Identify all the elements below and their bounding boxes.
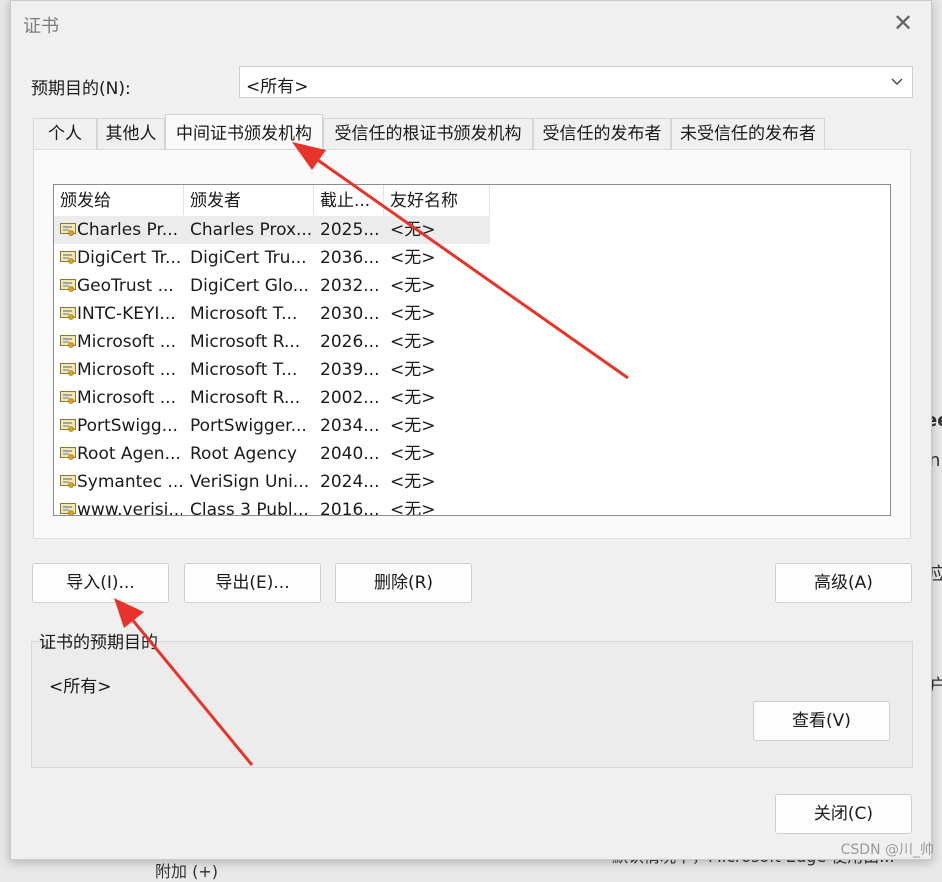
arrow-to-tab <box>292 142 629 380</box>
annotation-arrows <box>114 142 629 766</box>
watermark: CSDN @川_帅 <box>840 842 934 858</box>
arrow-to-import <box>114 598 254 766</box>
